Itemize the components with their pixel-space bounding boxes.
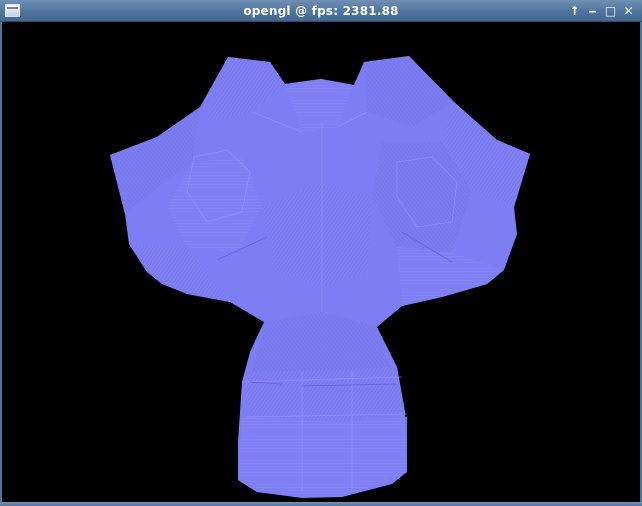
- window-controls: ↑ ‒ □ ✕: [567, 3, 636, 19]
- close-icon[interactable]: ✕: [621, 3, 636, 19]
- shade-icon[interactable]: ↑: [567, 3, 582, 19]
- minimize-icon[interactable]: ‒: [585, 3, 600, 19]
- opengl-viewport[interactable]: [2, 22, 640, 502]
- window-title: opengl @ fps: 2381.88: [243, 4, 399, 18]
- maximize-icon[interactable]: □: [603, 3, 618, 19]
- app-window: opengl @ fps: 2381.88 ↑ ‒ □ ✕: [0, 0, 642, 506]
- title-bar[interactable]: opengl @ fps: 2381.88 ↑ ‒ □ ✕: [0, 0, 642, 22]
- window-border-bottom[interactable]: [0, 502, 642, 506]
- mesh-facets: [110, 56, 530, 497]
- monkey-mesh-render: [110, 56, 530, 498]
